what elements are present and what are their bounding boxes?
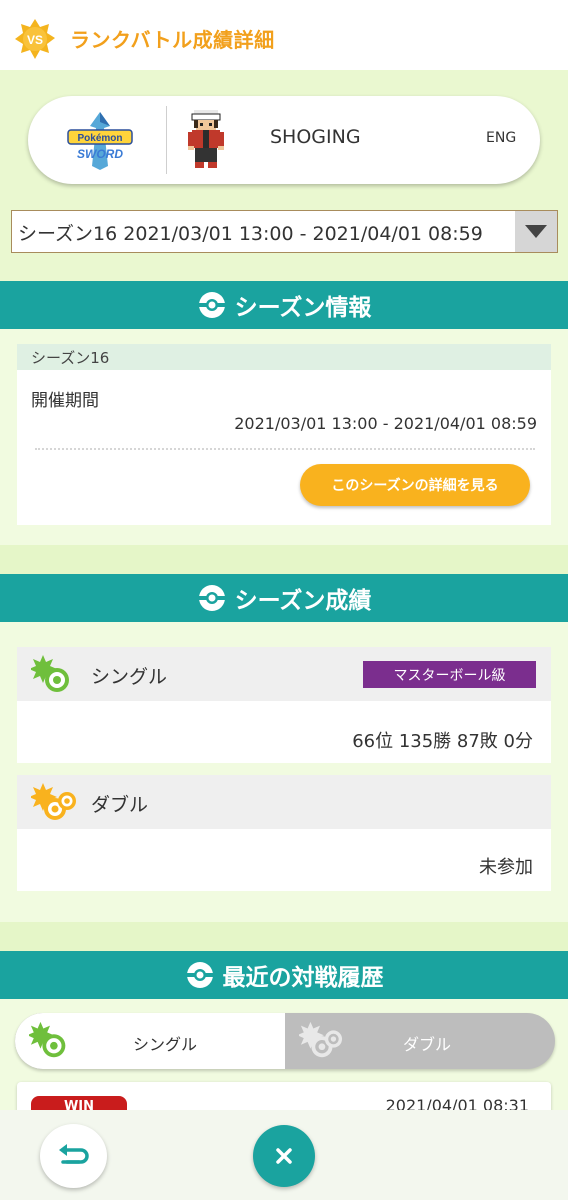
- single-battle-icon: [29, 1021, 66, 1058]
- svg-text:Pokémon: Pokémon: [77, 133, 122, 144]
- double-record-value: 未参加: [479, 857, 533, 878]
- profile-divider: [166, 106, 167, 174]
- single-record-value: 66位 135勝 87敗 0分: [352, 731, 533, 752]
- period-label: 開催期間: [31, 391, 99, 411]
- season-info-header: シーズン情報: [0, 281, 568, 329]
- back-arrow-icon: [59, 1144, 89, 1164]
- tab-single-label: シングル: [133, 1035, 198, 1054]
- trainer-profile-card: Pokémon SWORD SHOGING ENG: [28, 96, 540, 184]
- tab-double[interactable]: ダブル: [285, 1013, 555, 1069]
- vs-badge-icon: VS: [15, 19, 55, 59]
- rank-badge: マスターボール級: [363, 661, 536, 688]
- history-title: 最近の対戦履歴: [222, 965, 384, 991]
- double-record-header: ダブル: [17, 775, 551, 829]
- season-info-title: シーズン情報: [234, 295, 372, 321]
- season-detail-button[interactable]: このシーズンの詳細を見る: [300, 464, 530, 506]
- season-info-card: シーズン16 開催期間 2021/03/01 13:00 - 2021/04/0…: [17, 344, 551, 525]
- monster-ball-icon: [186, 962, 213, 988]
- monster-ball-icon: [198, 292, 225, 318]
- single-record-header: シングル マスターボール級: [17, 647, 551, 701]
- svg-text:SWORD: SWORD: [77, 147, 123, 161]
- bottom-bar: [0, 1110, 568, 1200]
- section-spacer: [0, 922, 568, 951]
- language-label: ENG: [486, 130, 517, 146]
- double-label: ダブル: [91, 794, 149, 816]
- season-name: シーズン16: [31, 349, 110, 367]
- divider: [35, 448, 535, 450]
- trainer-avatar: [188, 110, 224, 168]
- season-select-value: シーズン16 2021/03/01 13:00 - 2021/04/01 08:…: [18, 223, 483, 245]
- back-button[interactable]: [40, 1124, 107, 1188]
- season-results-title: シーズン成績: [234, 588, 372, 614]
- svg-text:VS: VS: [27, 33, 43, 47]
- pokemon-sword-logo: Pokémon SWORD: [67, 112, 133, 170]
- page-title: ランクバトル成績詳細: [70, 28, 275, 52]
- close-button[interactable]: [253, 1125, 315, 1187]
- history-header: 最近の対戦履歴: [0, 951, 568, 999]
- double-record-card: ダブル 未参加: [17, 775, 551, 891]
- player-name: SHOGING: [270, 126, 361, 148]
- season-results-header: シーズン成績: [0, 574, 568, 622]
- monster-ball-icon: [198, 585, 225, 611]
- tab-single[interactable]: シングル: [15, 1013, 285, 1069]
- section-spacer: [0, 545, 568, 574]
- season-select[interactable]: シーズン16 2021/03/01 13:00 - 2021/04/01 08:…: [11, 210, 558, 253]
- tab-double-label: ダブル: [403, 1035, 452, 1054]
- close-icon: [276, 1148, 292, 1164]
- single-record-card: シングル マスターボール級 66位 135勝 87敗 0分: [17, 647, 551, 763]
- season-select-toggle[interactable]: [515, 211, 557, 252]
- double-battle-icon: [31, 783, 76, 820]
- season-name-header: シーズン16: [17, 344, 551, 370]
- single-label: シングル: [91, 666, 168, 688]
- battle-type-toggle: シングル ダブル: [15, 1013, 555, 1069]
- period-value: 2021/03/01 13:00 - 2021/04/01 08:59: [234, 414, 537, 433]
- single-battle-icon: [31, 655, 69, 692]
- app-header: VS ランクバトル成績詳細: [0, 0, 568, 70]
- double-battle-icon: [299, 1021, 343, 1058]
- chevron-down-icon: [525, 225, 547, 238]
